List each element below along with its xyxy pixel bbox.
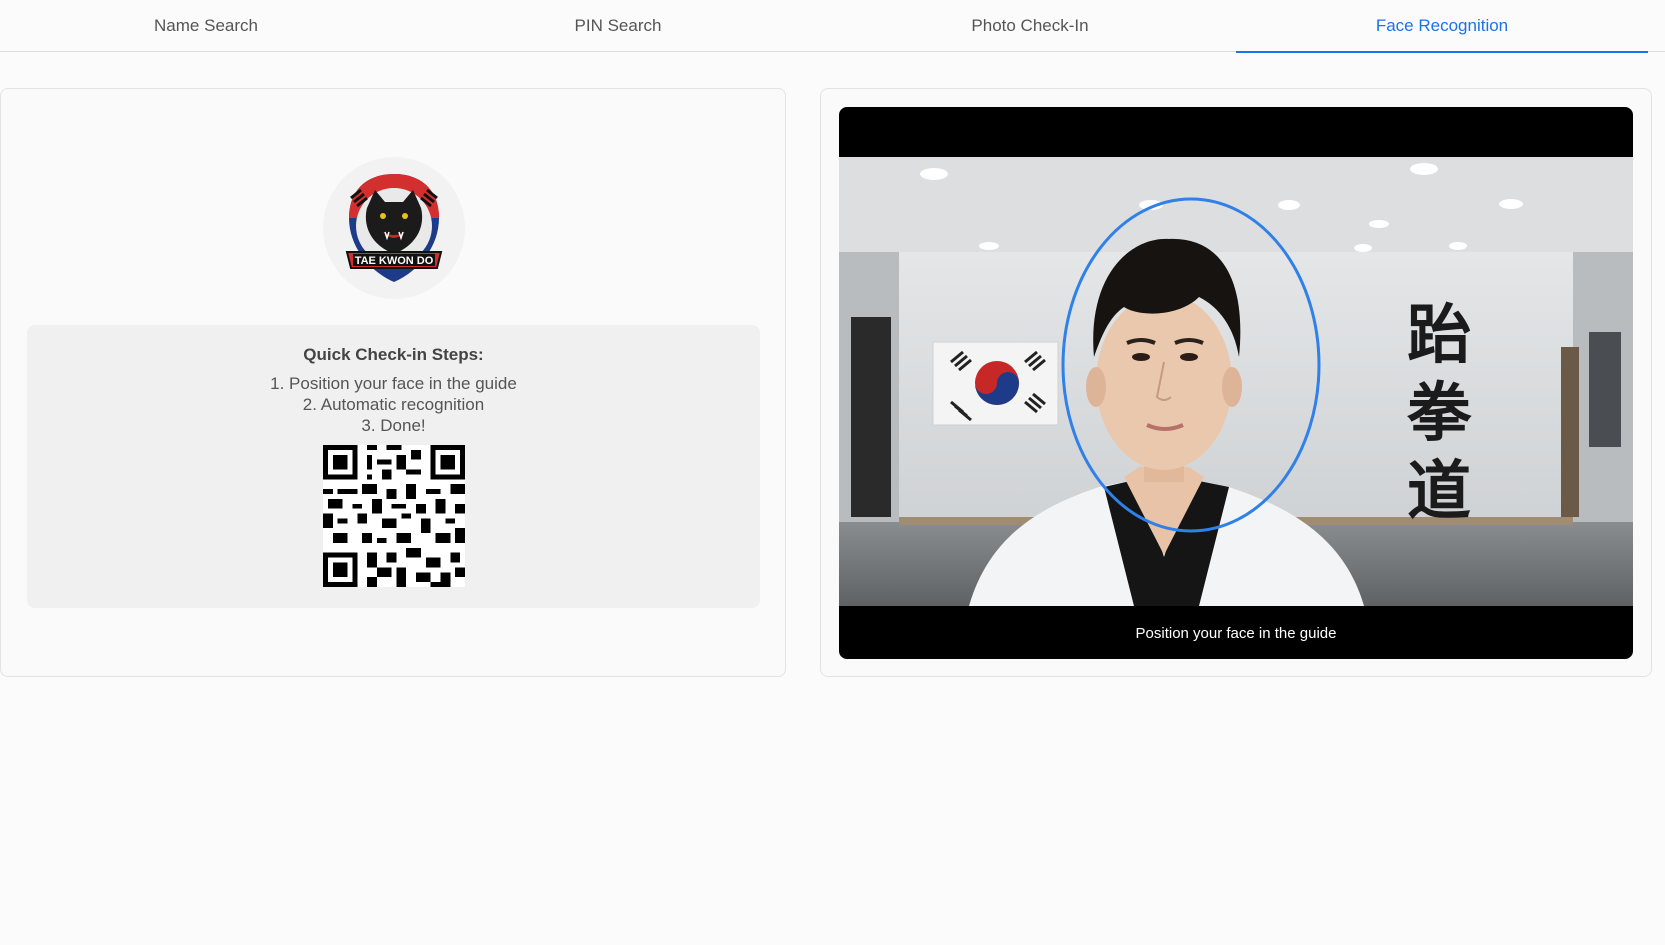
camera-card: 跆 拳 道 Position your face in the guide	[820, 88, 1652, 677]
tab-name-search[interactable]: Name Search	[0, 0, 412, 52]
tab-bar: Name Search PIN Search Photo Check-In Fa…	[0, 0, 1665, 53]
step-item: 1. Position your face in the guide	[270, 374, 517, 393]
qr-code[interactable]	[323, 445, 465, 587]
step-item: 2. Automatic recognition	[302, 395, 485, 414]
dojo-logo: TAE KWON DO	[323, 157, 465, 299]
tab-pin-search[interactable]: PIN Search	[412, 0, 824, 52]
steps-title: Quick Check-in Steps:	[303, 345, 484, 364]
step-item: 3. Done!	[361, 416, 426, 435]
tab-photo-check-in[interactable]: Photo Check-In	[824, 0, 1236, 52]
panther-logo-icon: TAE KWON DO	[345, 174, 443, 282]
wall-calligraphy-3: 道	[1407, 455, 1471, 529]
camera-hint-text: Position your face in the guide	[1135, 625, 1337, 642]
logo-text: TAE KWON DO	[355, 255, 434, 267]
qr-code-icon	[323, 445, 465, 587]
instructions-card: TAE KWON DO Quick Check-in Steps: 1. Pos…	[0, 88, 786, 677]
steps-list: 1. Position your face in the guide 2. Au…	[27, 373, 760, 436]
camera-feed: 跆 拳 道	[839, 157, 1633, 606]
wall-calligraphy-2: 拳	[1406, 377, 1472, 451]
steps-panel: Quick Check-in Steps: 1. Position your f…	[27, 325, 760, 608]
dojo-scene-image: 跆 拳 道	[839, 157, 1633, 606]
wall-calligraphy-1: 跆	[1407, 299, 1471, 373]
tab-face-recognition[interactable]: Face Recognition	[1236, 0, 1648, 53]
camera-view[interactable]: 跆 拳 道 Position your face in the guide	[839, 107, 1633, 659]
